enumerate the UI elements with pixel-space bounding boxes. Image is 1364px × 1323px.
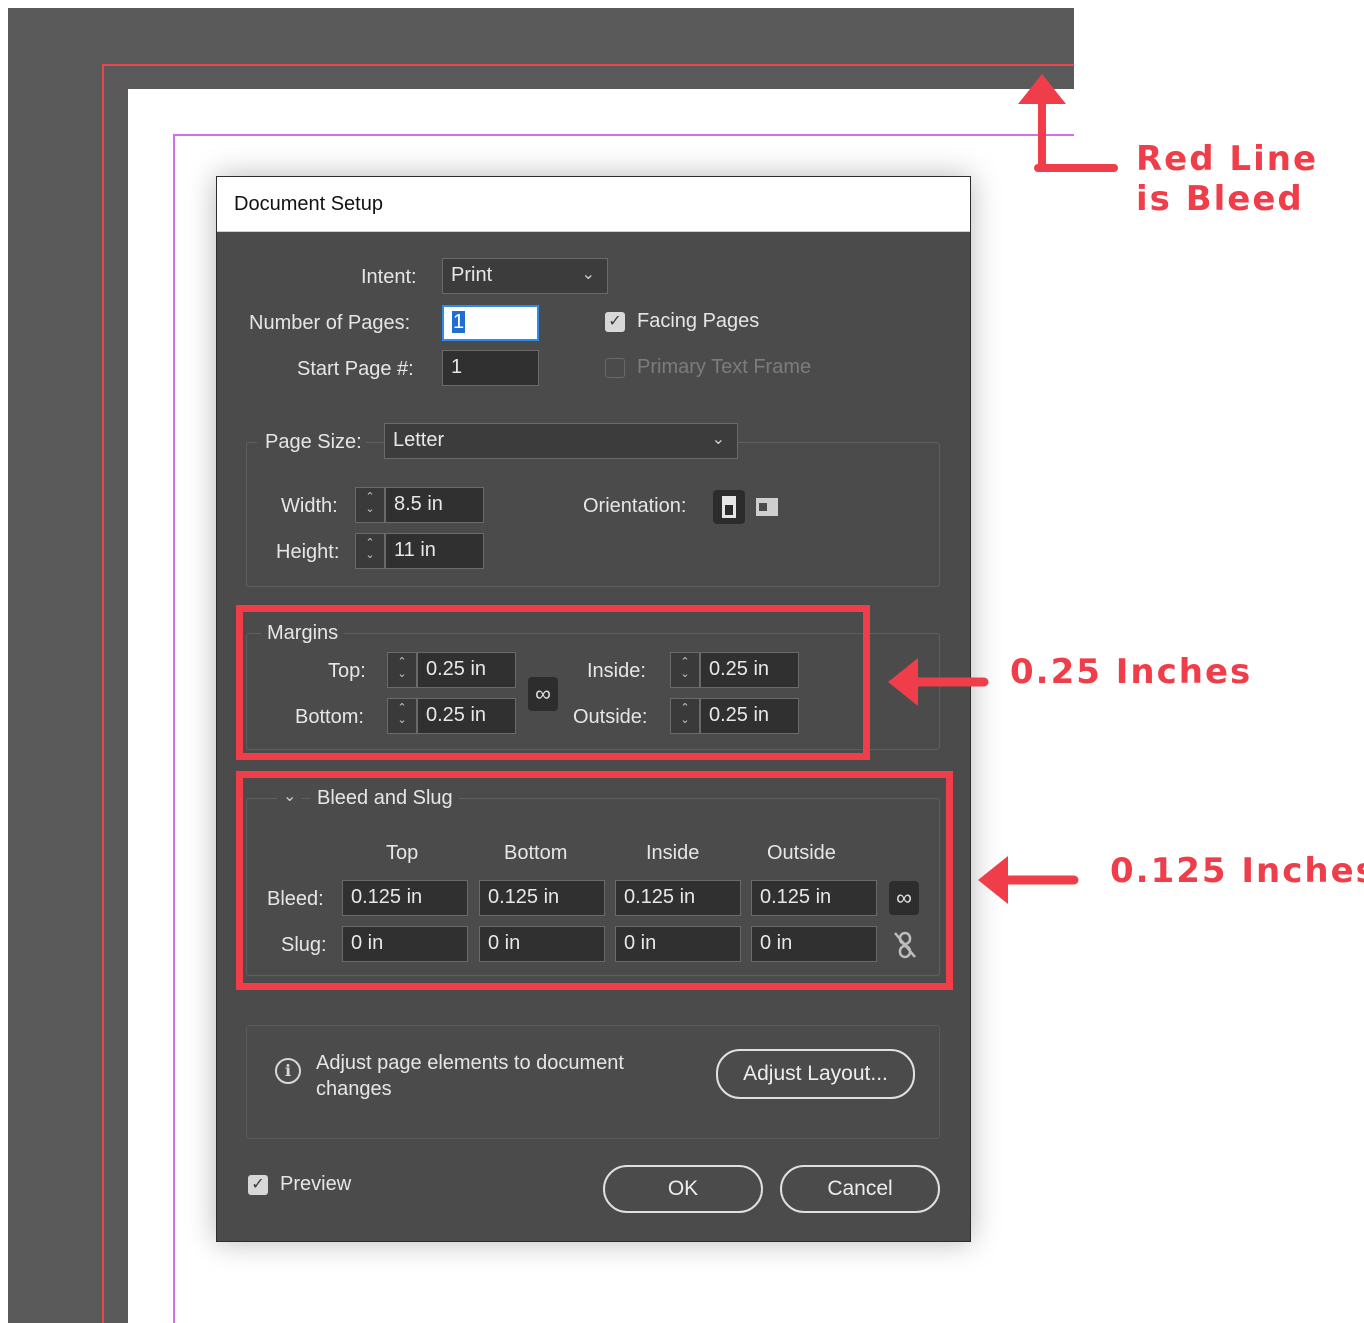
height-label: Height:: [276, 541, 340, 563]
width-label: Width:: [281, 495, 338, 517]
bleed-guide-top: [102, 64, 1074, 66]
intent-label: Intent:: [361, 266, 417, 288]
page-size-label: Page Size:: [257, 431, 366, 454]
adjust-text-line1: Adjust page elements to document: [316, 1052, 624, 1074]
preview-checkbox[interactable]: ✓: [248, 1175, 268, 1195]
start-page-value: 1: [451, 356, 463, 378]
start-page-input[interactable]: 1: [442, 350, 539, 386]
chevron-down-icon: ⌄: [711, 431, 725, 448]
number-of-pages-label: Number of Pages:: [249, 312, 411, 334]
dialog-titlebar: Document Setup: [217, 177, 970, 232]
adjust-text-line2: changes: [316, 1078, 392, 1100]
bleed-guide-left: [102, 64, 104, 1323]
number-of-pages-input[interactable]: 1: [442, 305, 539, 341]
facing-pages-label: Facing Pages: [637, 310, 760, 332]
annotation-bleed-note: 0.125 Inches: [1110, 851, 1364, 891]
bleed-arrow-icon: [1018, 74, 1118, 172]
info-icon: i: [275, 1058, 301, 1084]
annotation-bleed-line1: Red Line: [1136, 139, 1318, 179]
orientation-label: Orientation:: [583, 495, 687, 517]
margin-guide-left: [173, 134, 175, 1323]
margins-highlight-box: [236, 605, 870, 760]
facing-pages-checkbox[interactable]: ✓: [605, 312, 625, 332]
bleed-slug-highlight-box: [236, 771, 953, 990]
preview-label: Preview: [280, 1173, 352, 1195]
height-value: 11 in: [394, 539, 436, 561]
height-stepper[interactable]: ⌃ ⌄: [355, 533, 385, 569]
primary-text-frame-checkbox[interactable]: [605, 358, 625, 378]
height-input[interactable]: 11 in: [385, 533, 484, 569]
page-size-value: Letter: [393, 429, 445, 451]
ok-button[interactable]: OK: [603, 1165, 763, 1213]
width-input[interactable]: 8.5 in: [385, 487, 484, 523]
page-size-dropdown[interactable]: Letter ⌄: [384, 423, 738, 459]
intent-dropdown[interactable]: Print ⌄: [442, 258, 608, 294]
margin-guide-top: [173, 134, 1074, 136]
portrait-icon[interactable]: [713, 490, 745, 524]
margins-arrow-icon: [888, 658, 989, 706]
bleed-slug-arrow-icon: [978, 856, 1079, 904]
chevron-down-icon: ⌄: [581, 266, 595, 283]
width-value: 8.5 in: [394, 493, 443, 515]
landscape-icon[interactable]: [753, 492, 781, 522]
cancel-button[interactable]: Cancel: [780, 1165, 940, 1213]
adjust-layout-button[interactable]: Adjust Layout...: [716, 1049, 915, 1099]
annotation-bleed-line2: is Bleed: [1136, 179, 1304, 219]
width-stepper[interactable]: ⌃ ⌄: [355, 487, 385, 523]
annotation-margins-note: 0.25 Inches: [1010, 652, 1253, 692]
intent-value: Print: [451, 264, 493, 286]
start-page-label: Start Page #:: [297, 358, 414, 380]
number-of-pages-value: 1: [452, 311, 466, 333]
primary-text-frame-label: Primary Text Frame: [637, 356, 812, 378]
dialog-title: Document Setup: [234, 193, 383, 215]
